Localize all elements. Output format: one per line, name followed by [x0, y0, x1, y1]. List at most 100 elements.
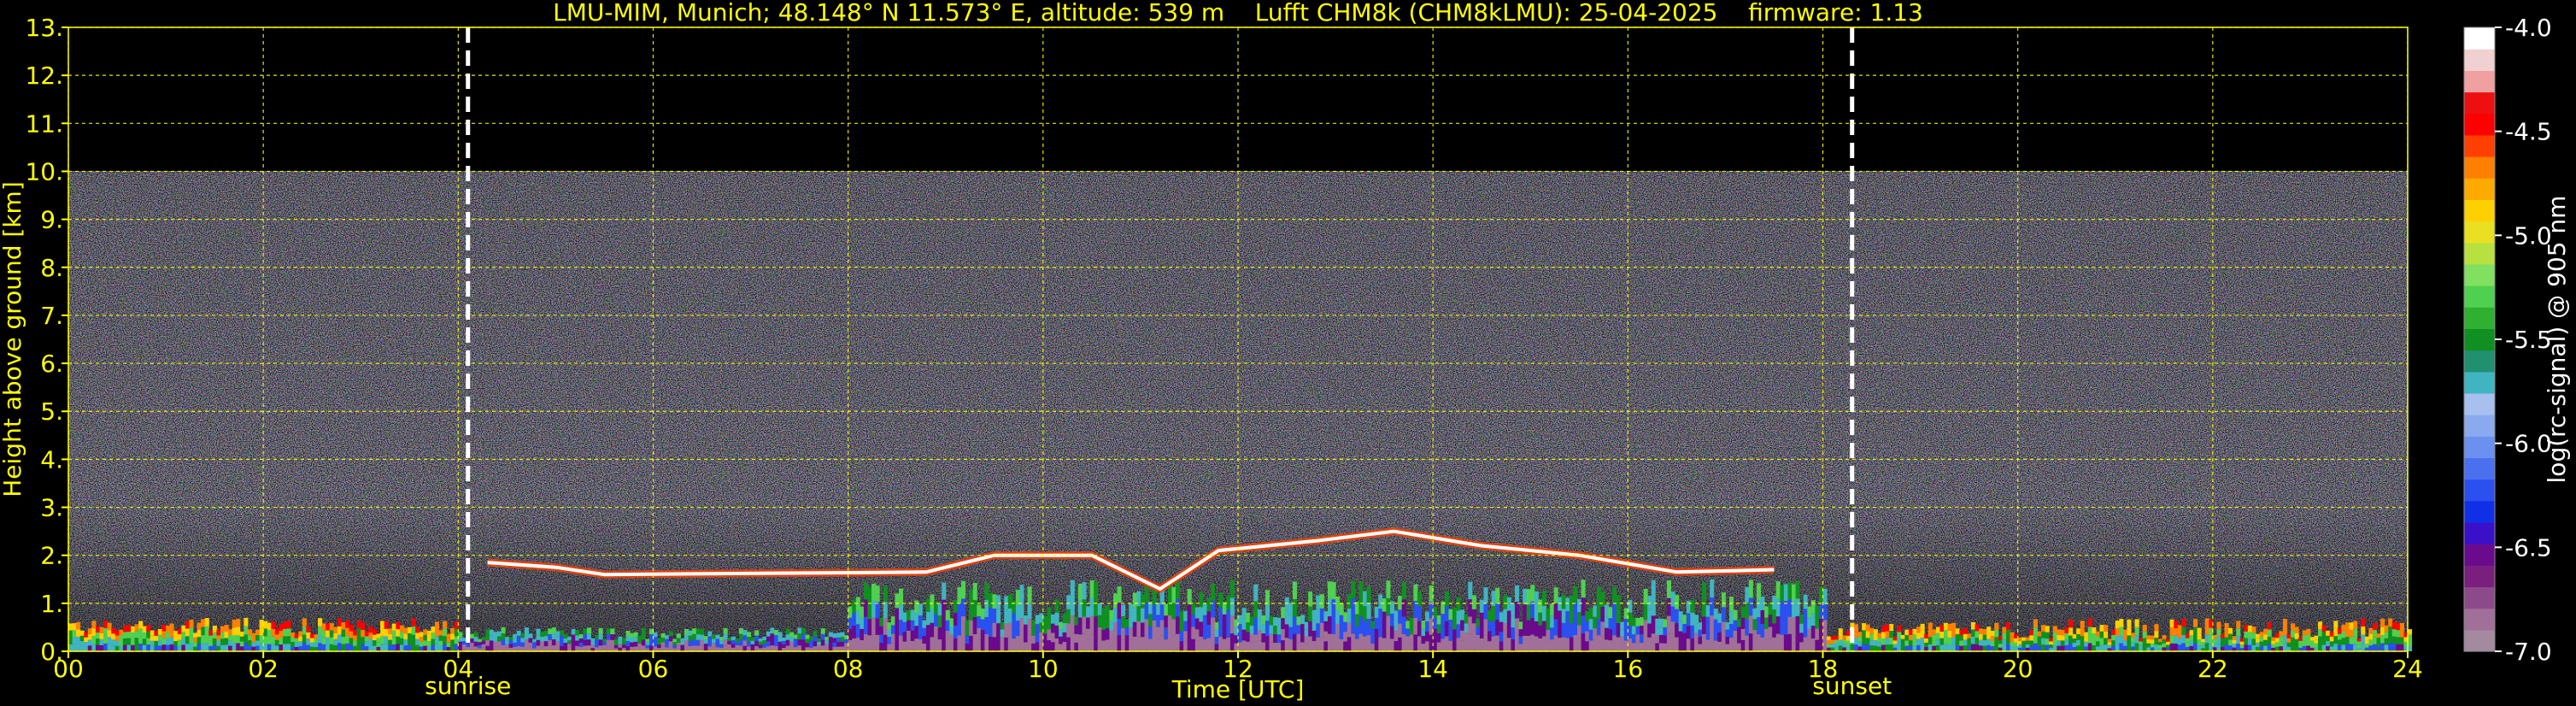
boundary-layer-cell — [2021, 640, 2027, 644]
boundary-layer-cell — [665, 643, 670, 648]
boundary-layer-cell — [1810, 638, 1816, 651]
boundary-layer-cell — [723, 639, 728, 646]
boundary-layer-cell — [1760, 637, 1765, 651]
boundary-layer-cell — [785, 628, 790, 635]
boundary-layer-cell — [368, 644, 373, 651]
boundary-layer-cell — [306, 632, 311, 639]
boundary-layer-cell — [1117, 619, 1122, 636]
boundary-layer-cell — [1640, 617, 1645, 627]
boundary-layer-cell — [2122, 629, 2127, 635]
boundary-layer-cell — [2002, 632, 2007, 639]
boundary-layer-cell — [1308, 606, 1313, 622]
boundary-layer-cell — [329, 630, 334, 638]
boundary-layer-cell — [91, 621, 97, 629]
boundary-layer-cell — [485, 640, 490, 646]
boundary-layer-cell — [1682, 623, 1687, 633]
boundary-layer-cell — [2291, 637, 2296, 644]
boundary-layer-cell — [1631, 617, 1636, 627]
boundary-layer-cell — [368, 638, 373, 645]
boundary-layer-cell — [1745, 603, 1750, 620]
boundary-layer-cell — [1705, 639, 1710, 651]
boundary-layer-cell — [1955, 639, 1960, 646]
boundary-layer-cell — [150, 630, 155, 636]
boundary-layer-cell — [122, 638, 127, 645]
boundary-layer-cell — [613, 642, 619, 645]
boundary-layer-cell — [653, 632, 658, 638]
boundary-layer-cell — [1593, 639, 1598, 651]
boundary-layer-cell — [380, 644, 385, 651]
boundary-layer-cell — [516, 640, 521, 646]
boundary-layer-cell — [1713, 609, 1718, 620]
boundary-layer-cell — [84, 646, 89, 651]
boundary-layer-cell — [711, 634, 717, 639]
y-axis: 0.1.2.3.4.5.6.7.8.9.10.11.12.13. — [25, 14, 68, 666]
boundary-layer-cell — [1253, 601, 1259, 618]
boundary-layer-cell — [1159, 620, 1165, 636]
boundary-layer-cell — [1682, 632, 1687, 643]
boundary-layer-cell — [294, 646, 299, 651]
boundary-layer-cell — [1698, 629, 1703, 638]
boundary-layer-cell — [1593, 616, 1598, 629]
boundary-layer-cell — [1409, 626, 1414, 635]
boundary-layer-cell — [2072, 638, 2077, 644]
boundary-layer-cell — [684, 629, 689, 635]
boundary-layer-cell — [1577, 612, 1582, 626]
boundary-layer-cell — [103, 627, 109, 636]
boundary-layer-cell — [1920, 623, 1925, 631]
boundary-layer-cell — [1436, 632, 1441, 643]
boundary-layer-cell — [353, 640, 358, 646]
boundary-layer-cell — [1728, 610, 1734, 625]
colorbar — [2463, 26, 2496, 652]
boundary-layer-cell — [1047, 607, 1052, 619]
boundary-layer-cell — [318, 618, 323, 627]
boundary-layer-cell — [1518, 621, 1523, 630]
boundary-layer-cell — [914, 600, 919, 614]
boundary-layer-cell — [95, 632, 101, 639]
boundary-layer-cell — [1698, 644, 1703, 651]
boundary-layer-cell — [1050, 642, 1056, 651]
boundary-layer-cell — [1799, 632, 1804, 643]
boundary-layer-cell — [1635, 617, 1640, 627]
boundary-layer-cell — [2045, 638, 2050, 645]
boundary-layer-cell — [1117, 586, 1122, 603]
boundary-layer-cell — [1569, 609, 1574, 624]
boundary-layer-cell — [1873, 634, 1878, 641]
boundary-layer-cell — [2185, 646, 2190, 651]
boundary-layer-cell — [1156, 627, 1161, 639]
boundary-layer-cell — [1253, 617, 1259, 635]
boundary-layer-cell — [817, 641, 822, 645]
boundary-layer-cell — [1311, 640, 1317, 651]
boundary-layer-cell — [341, 622, 346, 630]
boundary-layer-cell — [1686, 600, 1691, 614]
boundary-layer-cell — [255, 645, 261, 651]
boundary-layer-cell — [1047, 640, 1052, 651]
boundary-layer-cell — [942, 582, 947, 600]
boundary-layer-cell — [154, 635, 159, 641]
boundary-layer-cell — [1499, 641, 1504, 651]
boundary-layer-cell — [2251, 644, 2256, 651]
boundary-layer-cell — [1413, 634, 1418, 651]
boundary-layer-cell — [1226, 623, 1231, 638]
boundary-layer-cell — [1994, 644, 1999, 651]
boundary-layer-cell — [99, 644, 104, 651]
boundary-layer-cell — [832, 642, 837, 647]
boundary-layer-cell — [72, 637, 77, 644]
x-tick-label: 16 — [1613, 655, 1644, 683]
boundary-layer-cell — [925, 598, 930, 612]
boundary-layer-cell — [1386, 615, 1391, 634]
colorbar-segment — [2464, 307, 2495, 330]
boundary-layer-cell — [1316, 595, 1321, 609]
boundary-layer-cell — [2104, 625, 2109, 632]
boundary-layer-cell — [1647, 609, 1652, 624]
boundary-layer-cell — [1007, 637, 1012, 651]
boundary-layer-cell — [2309, 644, 2315, 648]
boundary-layer-cell — [1799, 614, 1804, 624]
boundary-layer-cell — [1124, 619, 1130, 628]
boundary-layer-cell — [1604, 639, 1610, 651]
boundary-layer-cell — [2154, 644, 2159, 651]
boundary-layer-cell — [680, 641, 685, 645]
boundary-layer-cell — [2361, 618, 2366, 627]
boundary-layer-cell — [84, 632, 89, 638]
boundary-layer-cell — [641, 633, 646, 640]
boundary-layer-cell — [1156, 615, 1161, 627]
